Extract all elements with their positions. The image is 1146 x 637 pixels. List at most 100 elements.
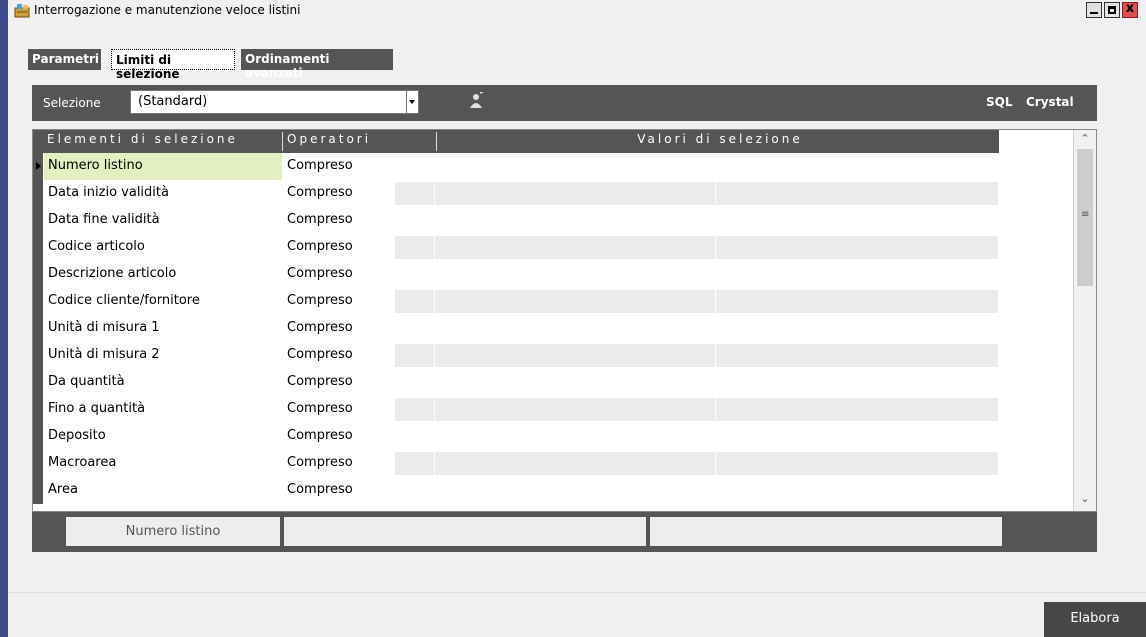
tab-parametri[interactable]: Parametri [28,49,101,70]
cell-operator[interactable]: Compreso [283,153,395,180]
column-header-elementi[interactable]: Elementi di selezione [43,132,283,151]
cell-value[interactable] [435,290,716,313]
table-row[interactable]: Area Compreso [33,477,999,504]
cell-value[interactable] [435,371,716,394]
detail-value-from[interactable] [284,517,646,546]
row-indicator[interactable] [33,207,43,234]
cell-value[interactable] [716,155,998,178]
crystal-button[interactable]: Crystal [1026,95,1074,109]
row-indicator[interactable] [33,423,43,450]
table-row[interactable]: Data fine validità Compreso [33,207,999,234]
table-row[interactable]: Numero listino Compreso [33,153,999,180]
cell-value[interactable] [716,182,998,205]
scroll-down-icon[interactable]: ⌄ [1074,492,1096,509]
cell-operator[interactable]: Compreso [283,423,395,450]
cell-value[interactable] [395,425,435,448]
cell-element[interactable]: Codice articolo [44,234,282,261]
cell-operator[interactable]: Compreso [283,315,395,342]
sql-button[interactable]: SQL [986,95,1013,109]
cell-operator[interactable]: Compreso [283,234,395,261]
cell-operator[interactable]: Compreso [283,369,395,396]
cell-value[interactable] [435,209,716,232]
cell-value[interactable] [395,398,435,421]
table-row[interactable]: Unità di misura 2 Compreso [33,342,999,369]
row-indicator[interactable] [33,342,43,369]
cell-operator[interactable]: Compreso [283,477,395,504]
detail-value-to[interactable] [650,517,1002,546]
cell-operator[interactable]: Compreso [283,261,395,288]
cell-element[interactable]: Data fine validità [44,207,282,234]
cell-element[interactable]: Data inizio validità [44,180,282,207]
row-indicator[interactable] [33,477,43,504]
scroll-up-icon[interactable]: ⌃ [1074,132,1096,149]
row-indicator[interactable] [33,450,43,477]
close-button[interactable]: x [1122,1,1138,18]
cell-element[interactable]: Deposito [44,423,282,450]
column-header-valori[interactable]: Valori di selezione [437,132,999,151]
selection-dropdown-button[interactable] [406,91,418,113]
cell-value[interactable] [716,290,998,313]
table-row[interactable]: Deposito Compreso [33,423,999,450]
cell-value[interactable] [435,398,716,421]
cell-operator[interactable]: Compreso [283,396,395,423]
tab-limiti-di-selezione[interactable]: Limiti di selezione [111,49,235,81]
table-row[interactable]: Macroarea Compreso [33,450,999,477]
cell-value[interactable] [716,452,998,475]
table-row[interactable]: Unità di misura 1 Compreso [33,315,999,342]
cell-element[interactable]: Fino a quantità [44,396,282,423]
table-row[interactable]: Data inizio validità Compreso [33,180,999,207]
cell-value[interactable] [435,182,716,205]
cell-value[interactable] [716,209,998,232]
table-row[interactable]: Codice cliente/fornitore Compreso [33,288,999,315]
cell-element[interactable]: Unità di misura 1 [44,315,282,342]
cell-operator[interactable]: Compreso [283,207,395,234]
cell-value[interactable] [435,452,716,475]
cell-operator[interactable]: Compreso [283,180,395,207]
scroll-thumb[interactable]: ≡ [1077,149,1093,286]
cell-value[interactable] [716,317,998,340]
cell-value[interactable] [395,155,435,178]
cell-value[interactable] [716,425,998,448]
cell-value[interactable] [716,371,998,394]
cell-value[interactable] [716,263,998,286]
cell-value[interactable] [435,479,716,502]
cell-value[interactable] [435,155,716,178]
cell-value[interactable] [435,317,716,340]
row-indicator[interactable] [33,288,43,315]
cell-value[interactable] [395,236,435,259]
table-row[interactable]: Fino a quantità Compreso [33,396,999,423]
grid-vertical-scrollbar[interactable]: ⌃ ≡ ⌄ [1073,130,1096,511]
cell-value[interactable] [395,182,435,205]
cell-operator[interactable]: Compreso [283,288,395,315]
table-row[interactable]: Codice articolo Compreso [33,234,999,261]
cell-element[interactable]: Da quantità [44,369,282,396]
cell-operator[interactable]: Compreso [283,450,395,477]
column-header-operatori[interactable]: Operatori [283,132,437,151]
cell-value[interactable] [435,263,716,286]
selection-combo[interactable]: (Standard) [130,90,419,114]
cell-value[interactable] [716,344,998,367]
cell-element[interactable]: Area [44,477,282,504]
cell-value[interactable] [395,371,435,394]
row-indicator[interactable] [33,369,43,396]
elabora-button[interactable]: Elabora [1044,602,1146,637]
cell-element[interactable]: Numero listino [44,153,282,180]
cell-value[interactable] [395,479,435,502]
table-row[interactable]: Descrizione articolo Compreso [33,261,999,288]
cell-value[interactable] [435,425,716,448]
cell-element[interactable]: Macroarea [44,450,282,477]
cell-value[interactable] [716,398,998,421]
cell-element[interactable]: Unità di misura 2 [44,342,282,369]
row-indicator[interactable] [33,315,43,342]
row-indicator[interactable] [33,396,43,423]
row-indicator[interactable] [33,180,43,207]
minimize-button[interactable] [1086,2,1102,18]
user-selection-icon[interactable] [468,92,484,110]
row-indicator[interactable] [33,261,43,288]
cell-value[interactable] [395,263,435,286]
cell-value[interactable] [716,479,998,502]
cell-value[interactable] [395,452,435,475]
cell-value[interactable] [395,290,435,313]
cell-value[interactable] [716,236,998,259]
row-indicator[interactable] [33,153,43,180]
